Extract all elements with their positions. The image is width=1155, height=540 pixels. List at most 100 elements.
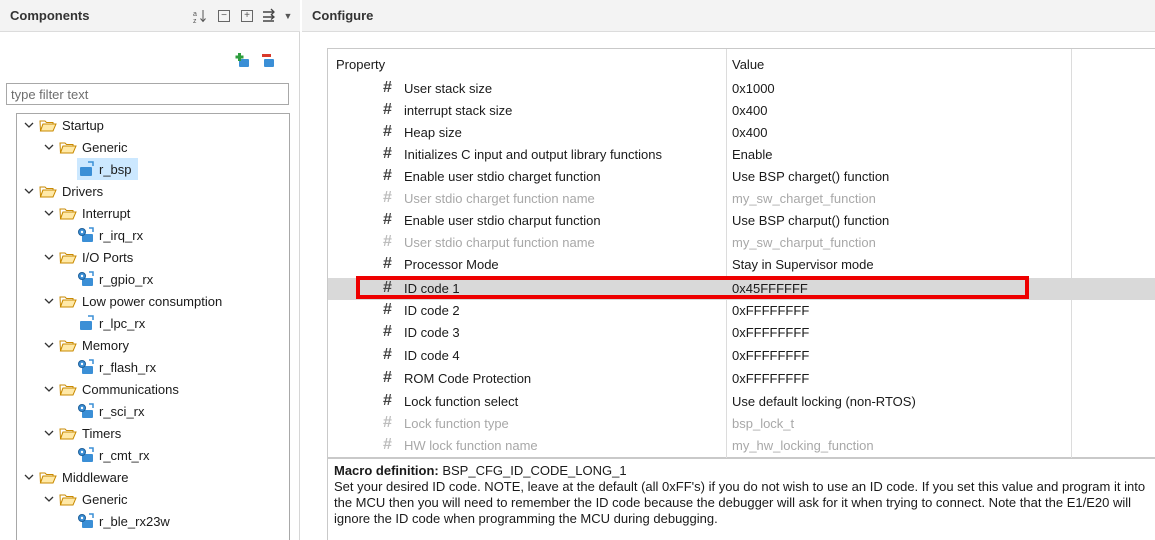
description-text: Set your desired ID code. NOTE, leave at… xyxy=(334,479,1146,526)
tree-label: Timers xyxy=(82,425,122,441)
property-row[interactable]: # interrupt stack size 0x400 xyxy=(328,100,1155,122)
tree-leaf-r-bsp[interactable]: r_bsp xyxy=(77,158,138,180)
sort-az-icon[interactable]: az xyxy=(192,8,208,24)
filter-input[interactable] xyxy=(6,83,289,105)
property-name: Initializes C input and output library f… xyxy=(404,147,662,162)
chevron-down-icon[interactable] xyxy=(43,295,55,307)
dropdown-triangle-icon[interactable]: ▼ xyxy=(280,8,296,24)
tree-leaf-r-ble-rx23w[interactable]: r_ble_rx23w xyxy=(77,510,170,532)
property-name: Lock function type xyxy=(404,416,509,431)
chevron-down-icon[interactable] xyxy=(43,141,55,153)
svg-text:z: z xyxy=(193,18,197,24)
tree-folder-interrupt[interactable]: Interrupt xyxy=(43,202,130,224)
tree-label: Memory xyxy=(82,337,129,353)
property-row-disabled: # User stdio charput function name my_sw_c… xyxy=(328,232,1155,254)
property-value[interactable]: 0x400 xyxy=(732,103,767,118)
chevron-down-icon[interactable] xyxy=(43,383,55,395)
tree-folder-memory[interactable]: Memory xyxy=(43,334,129,356)
property-name: ID code 3 xyxy=(404,325,460,340)
folder-open-icon xyxy=(59,207,77,220)
tree-label: r_sci_rx xyxy=(99,403,145,419)
components-title: Components xyxy=(10,8,90,23)
folder-open-icon xyxy=(39,185,57,198)
folder-open-icon xyxy=(59,493,77,506)
chevron-down-icon[interactable] xyxy=(43,251,55,263)
tree-folder-communications[interactable]: Communications xyxy=(43,378,179,400)
tree-label: Generic xyxy=(82,491,128,507)
tree-folder-io-ports[interactable]: I/O Ports xyxy=(43,246,133,268)
chevron-down-icon[interactable] xyxy=(23,119,35,131)
add-component-icon[interactable] xyxy=(235,52,253,68)
property-row[interactable]: # ID code 2 0xFFFFFFFF xyxy=(328,300,1155,322)
components-tree: Startup Generic r_bsp Drivers Interrupt … xyxy=(16,113,290,540)
column-header-property[interactable]: Property xyxy=(336,57,385,72)
property-name: User stdio charget function name xyxy=(404,191,595,206)
chevron-down-icon[interactable] xyxy=(23,185,35,197)
tree-folder-startup[interactable]: Startup xyxy=(23,114,104,136)
tree-folder-drivers[interactable]: Drivers xyxy=(23,180,103,202)
property-row-selected[interactable]: # ID code 1 0x45FFFFFF xyxy=(328,278,1155,300)
property-row[interactable]: # ROM Code Protection 0xFFFFFFFF xyxy=(328,368,1155,390)
property-row-disabled: # User stdio charget function name my_sw_c… xyxy=(328,188,1155,210)
tree-folder-low-power[interactable]: Low power consumption xyxy=(43,290,222,312)
tree-folder-generic-middleware[interactable]: Generic xyxy=(43,488,128,510)
chevron-down-icon[interactable] xyxy=(23,471,35,483)
tree-label: r_irq_rx xyxy=(99,227,144,243)
remove-component-icon[interactable] xyxy=(260,52,278,68)
property-row[interactable]: # Initializes C input and output library … xyxy=(328,144,1155,166)
property-value[interactable]: Stay in Supervisor mode xyxy=(732,257,874,272)
property-name: User stdio charput function name xyxy=(404,235,595,250)
collapse-all-icon[interactable]: − xyxy=(218,10,230,22)
description-panel: Macro definition: BSP_CFG_ID_CODE_LONG_1… xyxy=(327,458,1155,540)
property-row[interactable]: # Enable user stdio charget function Use B… xyxy=(328,166,1155,188)
property-name: Heap size xyxy=(404,125,462,140)
property-value[interactable]: Enable xyxy=(732,147,772,162)
property-value: my_sw_charput_function xyxy=(732,235,876,250)
component-gear-icon xyxy=(77,513,95,529)
component-gear-icon xyxy=(77,447,95,463)
property-row[interactable]: # Processor Mode Stay in Supervisor mode xyxy=(328,254,1155,276)
tree-leaf-r-lpc-rx[interactable]: r_lpc_rx xyxy=(77,312,145,334)
tree-leaf-r-sci-rx[interactable]: r_sci_rx xyxy=(77,400,145,422)
expand-all-icon[interactable]: + xyxy=(241,10,253,22)
property-row[interactable]: # ID code 4 0xFFFFFFFF xyxy=(328,345,1155,367)
property-value[interactable]: 0xFFFFFFFF xyxy=(732,371,809,386)
tree-folder-middleware[interactable]: Middleware xyxy=(23,466,128,488)
hash-icon: # xyxy=(383,346,392,363)
property-value[interactable]: 0x1000 xyxy=(732,81,775,96)
folder-open-icon xyxy=(39,471,57,484)
property-row[interactable]: # User stack size 0x1000 xyxy=(328,78,1155,100)
tree-leaf-r-gpio-rx[interactable]: r_gpio_rx xyxy=(77,268,153,290)
tree-leaf-r-irq-rx[interactable]: r_irq_rx xyxy=(77,224,143,246)
chevron-down-icon[interactable] xyxy=(43,339,55,351)
tree-folder-timers[interactable]: Timers xyxy=(43,422,121,444)
property-value[interactable]: 0x400 xyxy=(732,125,767,140)
property-value[interactable]: 0xFFFFFFFF xyxy=(732,303,809,318)
property-row[interactable]: # ID code 3 0xFFFFFFFF xyxy=(328,322,1155,344)
hash-icon: # xyxy=(383,392,392,409)
column-header-value[interactable]: Value xyxy=(732,57,764,72)
folder-open-icon xyxy=(59,427,77,440)
tree-folder-generic[interactable]: Generic xyxy=(43,136,128,158)
property-value[interactable]: Use default locking (non-RTOS) xyxy=(732,394,916,409)
property-name: ID code 4 xyxy=(404,348,460,363)
chevron-down-icon[interactable] xyxy=(43,427,55,439)
property-row[interactable]: # Enable user stdio charput function Use B… xyxy=(328,210,1155,232)
svg-text:a: a xyxy=(193,11,197,18)
property-row[interactable]: # Lock function select Use default locking… xyxy=(328,391,1155,413)
property-value[interactable]: Use BSP charget() function xyxy=(732,169,889,184)
tree-leaf-r-flash-rx[interactable]: r_flash_rx xyxy=(77,356,156,378)
property-value[interactable]: 0xFFFFFFFF xyxy=(732,325,809,340)
property-name: Enable user stdio charget function xyxy=(404,169,601,184)
property-row[interactable]: # Heap size 0x400 xyxy=(328,122,1155,144)
hash-icon: # xyxy=(383,369,392,386)
chevron-down-icon[interactable] xyxy=(43,493,55,505)
filter-arrows-icon[interactable] xyxy=(262,8,278,24)
chevron-down-icon[interactable] xyxy=(43,207,55,219)
property-value[interactable]: 0x45FFFFFF xyxy=(732,281,808,296)
tree-label: Generic xyxy=(82,139,128,155)
property-value[interactable]: 0xFFFFFFFF xyxy=(732,348,809,363)
tree-label: r_lpc_rx xyxy=(99,315,146,331)
property-value[interactable]: Use BSP charput() function xyxy=(732,213,889,228)
tree-leaf-r-cmt-rx[interactable]: r_cmt_rx xyxy=(77,444,150,466)
